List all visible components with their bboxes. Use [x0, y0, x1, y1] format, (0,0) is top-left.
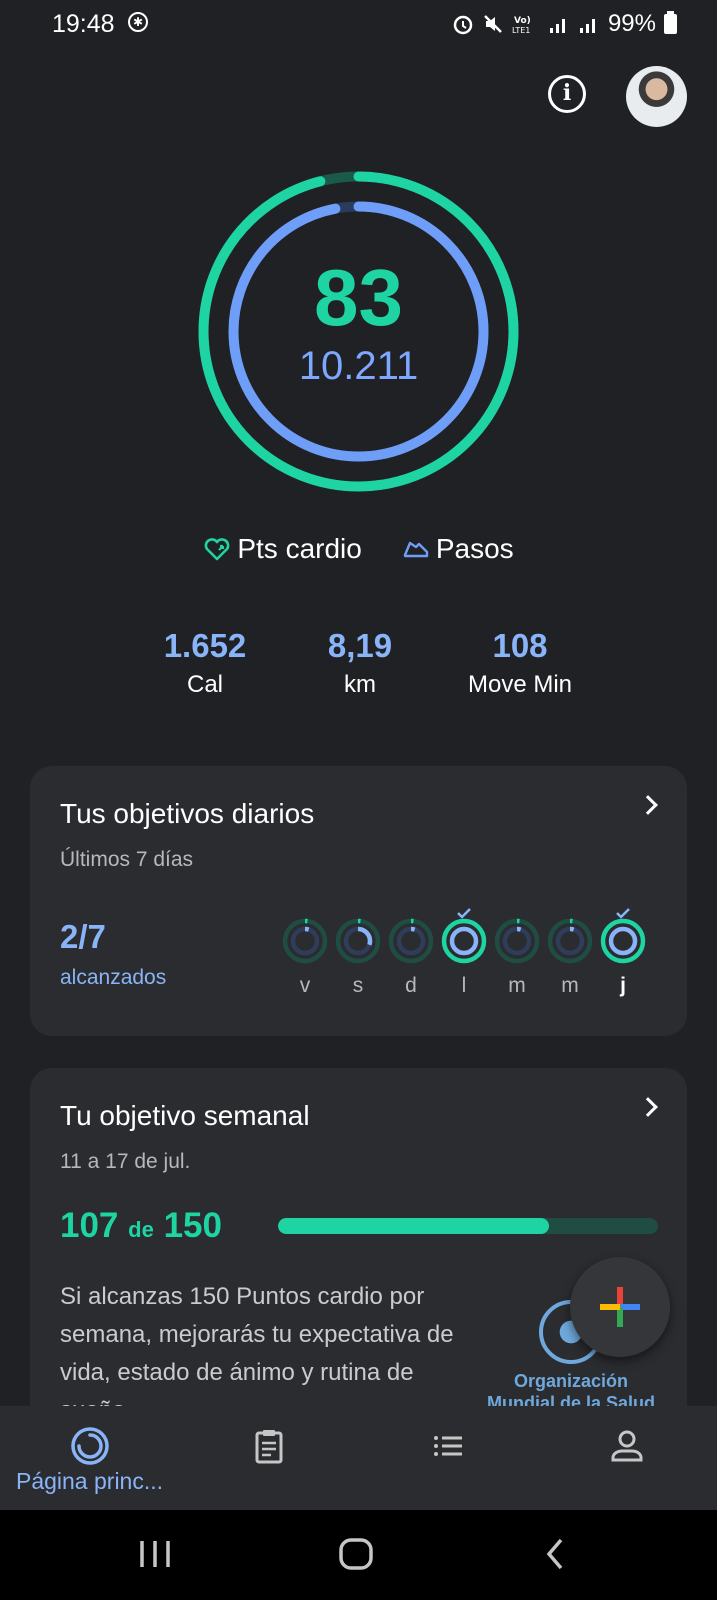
- day-label: v: [299, 974, 311, 997]
- back-icon: [546, 1538, 563, 1570]
- day-ring-icon: [335, 918, 381, 964]
- svg-text:LTE1: LTE1: [512, 26, 530, 35]
- weekly-progress-value: 107 de 150: [60, 1206, 222, 1246]
- stat-value: 8,19: [327, 627, 393, 664]
- status-indicators: Vo) LTE1 99%: [452, 10, 677, 38]
- day-label: j: [620, 974, 626, 997]
- day-label: m: [561, 974, 579, 997]
- status-time: 19:48: [52, 10, 115, 38]
- cardio-points-value: 83: [314, 253, 403, 342]
- battery-icon: [664, 11, 677, 34]
- card-title: Tus objetivos diarios: [60, 798, 315, 829]
- steps-value: 10.211: [298, 344, 419, 388]
- day-6: j: [598, 894, 648, 1004]
- heart-icon: [204, 538, 230, 561]
- nav-home-label: Página princ...: [15, 1468, 164, 1494]
- clipboard-icon: [255, 1430, 282, 1464]
- check-icon: [616, 908, 630, 919]
- back-button[interactable]: [497, 1510, 617, 1600]
- weekly-progress-fill: [278, 1218, 549, 1234]
- mute-icon: [484, 15, 502, 33]
- stat-label: km: [344, 671, 376, 698]
- day-label: l: [461, 974, 467, 997]
- home-ring-icon: [70, 1427, 109, 1465]
- svg-text:Vo): Vo): [514, 16, 531, 26]
- info-icon[interactable]: i: [548, 75, 586, 113]
- goals-label: alcanzados: [60, 966, 167, 989]
- stat-label: Cal: [186, 671, 223, 698]
- nav-home[interactable]: Página princ...: [0, 1406, 179, 1510]
- legend-steps-label: Pasos: [435, 533, 514, 564]
- avatar[interactable]: [626, 66, 687, 127]
- activity-ring[interactable]: 83 10.211: [195, 168, 522, 495]
- system-navigation-bar: [0, 1510, 717, 1600]
- day-2: d: [386, 894, 436, 1004]
- stat-value: 108: [492, 627, 548, 664]
- day-1: s: [333, 894, 383, 1004]
- stat-value: 1.652: [163, 627, 247, 664]
- day-label: d: [405, 974, 417, 997]
- day-5: m: [545, 894, 595, 1004]
- signal-icon-2: [579, 19, 595, 33]
- legend-cardio-label: Pts cardio: [237, 533, 362, 564]
- day-3: l: [439, 894, 489, 1004]
- stat-move-min: 108 Move Min: [445, 627, 595, 699]
- day-label: s: [352, 974, 364, 997]
- ring-values: 83 10.211: [195, 168, 522, 495]
- recent-apps-button[interactable]: [95, 1510, 215, 1600]
- daily-goals-card[interactable]: Tus objetivos diarios Últimos 7 días 2/7…: [30, 766, 687, 1036]
- day-label: m: [508, 974, 526, 997]
- weekly-target: 150: [163, 1206, 222, 1245]
- signal-icon: [549, 19, 565, 33]
- card-subtitle: Últimos 7 días: [60, 848, 194, 871]
- stat-calories: 1.652 Cal: [150, 627, 260, 699]
- stat-distance: 8,19 km: [300, 627, 420, 699]
- add-button[interactable]: [570, 1257, 670, 1357]
- goals-count: 2/7: [60, 918, 106, 955]
- battery-percent: 99%: [607, 10, 656, 37]
- ring-legend: Pts cardio Pasos: [0, 533, 717, 565]
- volte-icon: Vo)LTE1: [512, 16, 531, 35]
- weekly-progress-bar: [278, 1218, 658, 1234]
- person-icon: [611, 1430, 642, 1462]
- card-subtitle: 11 a 17 de jul.: [60, 1150, 191, 1173]
- day-0: v: [280, 894, 330, 1004]
- bottom-navigation: Página princ...: [0, 1406, 717, 1510]
- check-icon: [457, 908, 471, 919]
- chevron-right-icon[interactable]: [638, 795, 658, 815]
- nav-profile[interactable]: [537, 1406, 716, 1510]
- legend-steps: Pasos: [402, 533, 514, 565]
- day-ring-icon: [547, 918, 593, 964]
- day-ring-icon: [282, 918, 328, 964]
- nav-browse[interactable]: [358, 1406, 537, 1510]
- walking-icon: ✱: [128, 12, 148, 32]
- weekly-current: 107: [60, 1206, 119, 1245]
- weekly-of-label: de: [128, 1217, 154, 1242]
- day-ring-icon: [441, 908, 487, 964]
- home-icon: [339, 1538, 373, 1570]
- day-ring-icon: [600, 908, 646, 964]
- list-icon: [433, 1436, 462, 1456]
- days-row: vsdlmmj: [280, 894, 650, 1014]
- alarm-icon: [453, 15, 473, 35]
- home-button[interactable]: [297, 1510, 417, 1600]
- chevron-right-icon[interactable]: [638, 1097, 658, 1117]
- nav-journal[interactable]: [179, 1406, 358, 1510]
- status-bar: 19:48 ✱ Vo) LTE1 99%: [0, 0, 717, 46]
- card-title: Tu objetivo semanal: [60, 1100, 310, 1131]
- plus-icon: [600, 1287, 640, 1327]
- shoe-icon: [403, 541, 429, 558]
- day-ring-icon: [388, 918, 434, 964]
- day-4: m: [492, 894, 542, 1004]
- legend-cardio: Pts cardio: [203, 533, 362, 565]
- recents-icon: [140, 1541, 170, 1567]
- day-ring-icon: [494, 918, 540, 964]
- stat-label: Move Min: [467, 671, 573, 698]
